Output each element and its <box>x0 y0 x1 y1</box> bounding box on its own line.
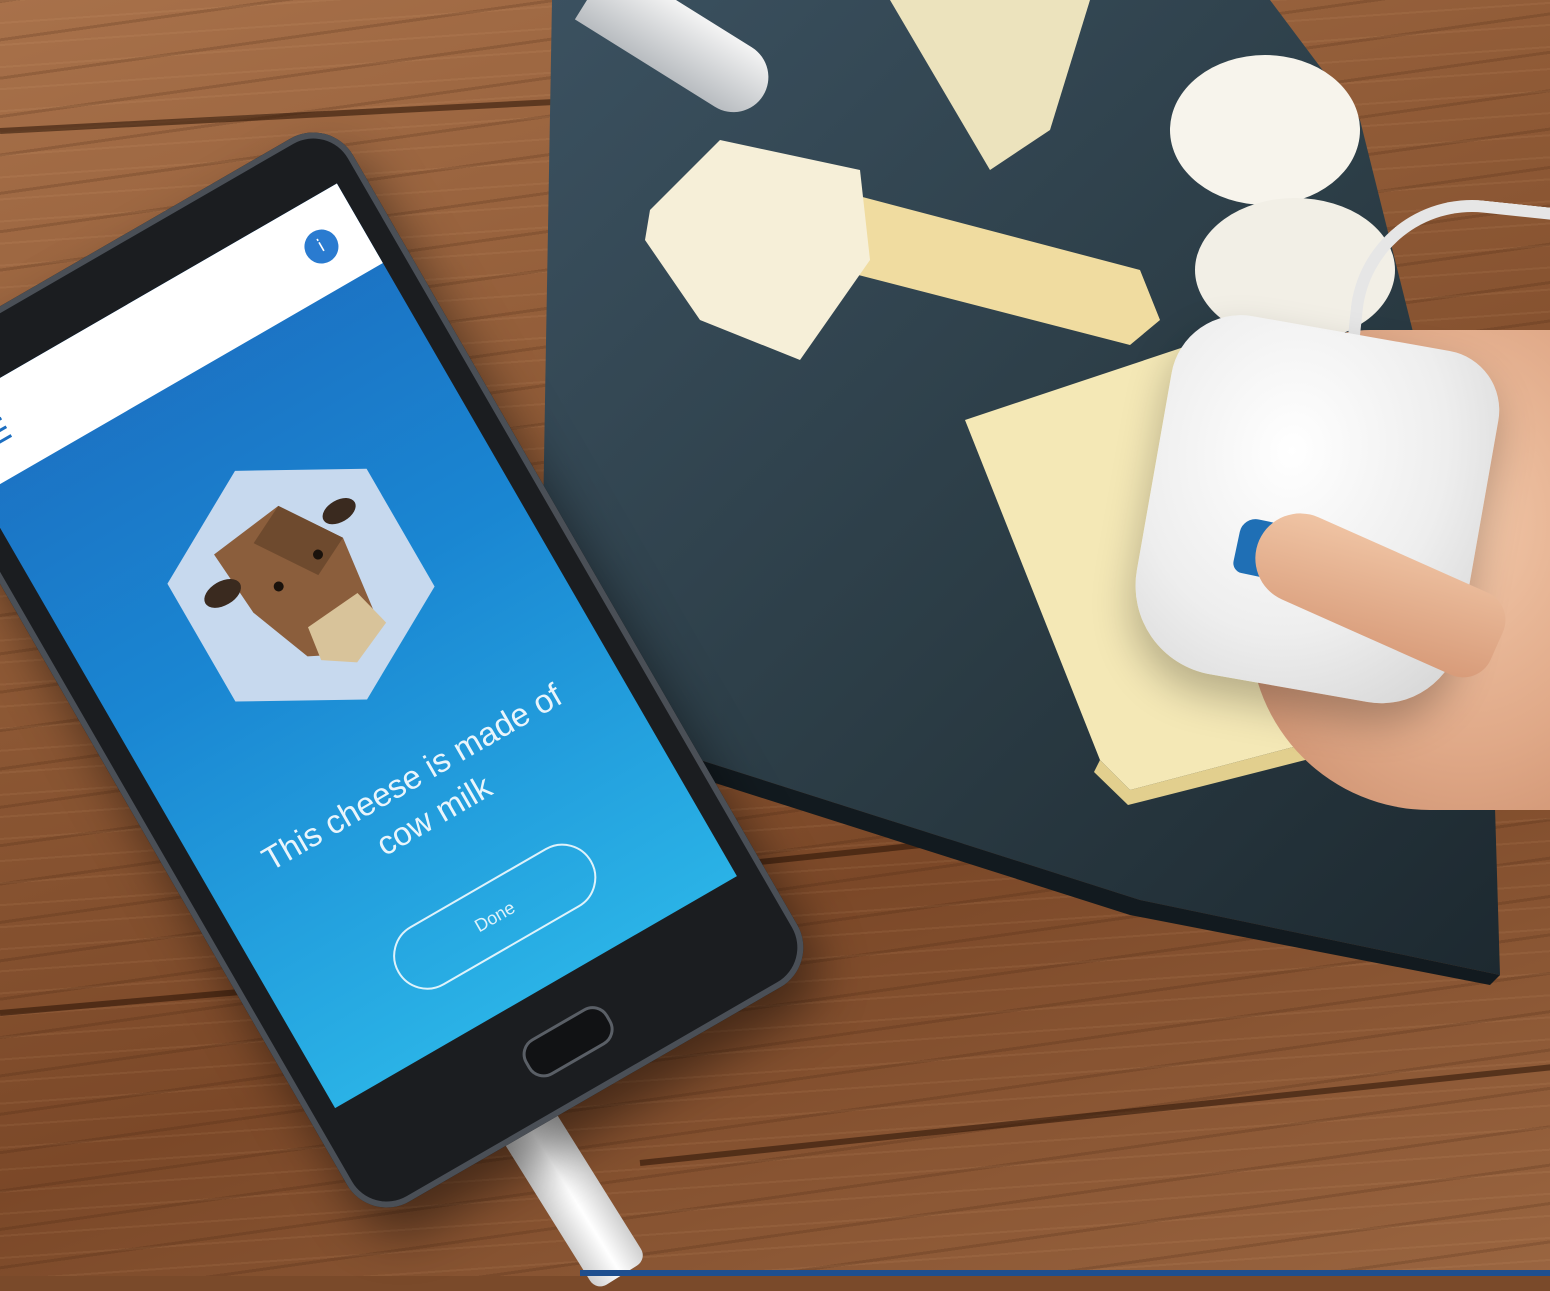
cow-icon <box>167 468 435 702</box>
cheese-round-1 <box>1170 55 1360 205</box>
cow-badge <box>118 399 483 771</box>
menu-icon[interactable] <box>0 416 13 453</box>
cheese-wedge-top <box>890 0 1090 170</box>
home-button[interactable] <box>516 999 621 1084</box>
info-icon[interactable]: i <box>298 223 345 270</box>
bottom-accent-bar <box>580 1270 1550 1276</box>
done-button[interactable]: Done <box>380 831 609 1003</box>
photo-scene: i This cheese is made of cow milk Done <box>0 0 1550 1291</box>
cheese-goat-block <box>645 140 870 360</box>
